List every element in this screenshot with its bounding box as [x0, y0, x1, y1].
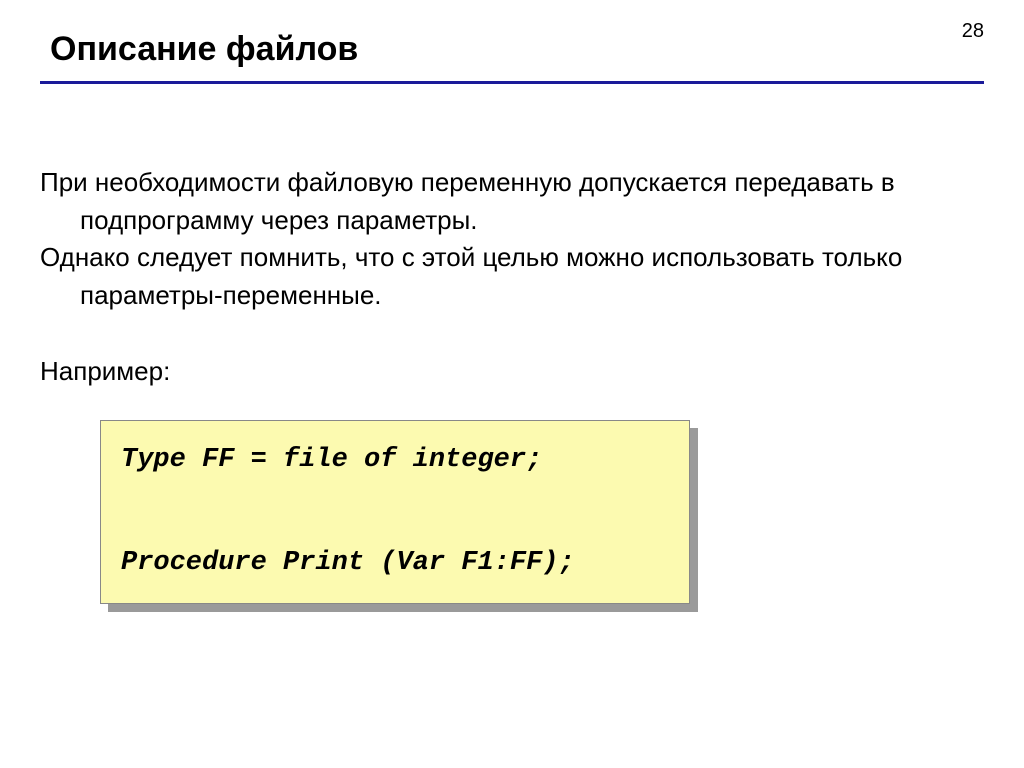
code-block: Type FF = file of integer; Procedure Pri…: [100, 420, 690, 604]
body-text: При необходимости файловую переменную до…: [40, 164, 984, 604]
slide-container: 28 Описание файлов При необходимости фай…: [0, 0, 1024, 768]
page-number: 28: [962, 20, 984, 43]
slide-title: Описание файлов: [40, 30, 984, 69]
paragraph-2: Однако следует помнить, что с этой целью…: [40, 239, 984, 314]
code-block-wrapper: Type FF = file of integer; Procedure Pri…: [100, 420, 690, 604]
paragraph-1: При необходимости файловую переменную до…: [40, 164, 984, 239]
title-underline: [40, 81, 984, 84]
example-label: Например:: [40, 353, 984, 391]
